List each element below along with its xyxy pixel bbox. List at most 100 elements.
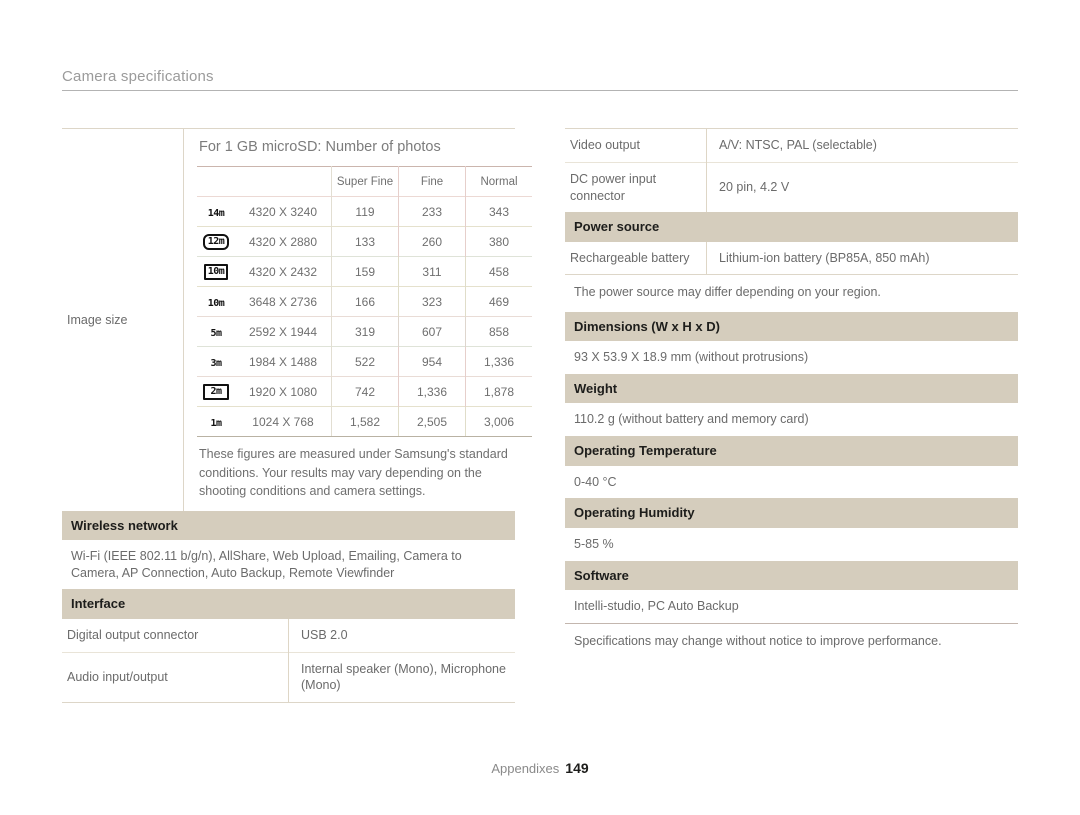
operating-temperature-value: 0-40 °C — [574, 474, 617, 489]
left-column: Image size For 1 GB microSD: Number of p… — [62, 128, 532, 704]
col-header-super-fine: Super Fine — [331, 166, 399, 197]
cell-normal: 1,336 — [483, 354, 515, 369]
weight-heading: Weight — [565, 374, 1018, 404]
table-row: 3m 1984 X 1488 522 954 1,336 — [197, 346, 532, 377]
cell-normal: 458 — [488, 264, 510, 279]
res-10m-wide-icon: 10m — [203, 264, 229, 280]
page-title-rule — [62, 90, 1018, 91]
section-header-software: Software — [565, 560, 1018, 590]
resolution-icon: 2m — [197, 377, 235, 407]
col-header-dimension — [235, 166, 332, 197]
cell-fine: 260 — [398, 226, 466, 257]
right-column: Video output A/V: NTSC, PAL (selectable)… — [565, 128, 1018, 703]
wireless-network-value: Wi-Fi (IEEE 802.11 b/g/n), AllShare, Web… — [71, 548, 462, 580]
cell-normal: 1,878 — [483, 384, 515, 399]
audio-input-output-value: Internal speaker (Mono), Microphone (Mon… — [288, 651, 515, 703]
software-value: Intelli-studio, PC Auto Backup — [574, 598, 739, 613]
cell-super-fine: 319 — [331, 316, 399, 347]
operating-humidity-value-row: 5-85 % — [565, 528, 1018, 561]
section-header-operating-temperature: Operating Temperature — [565, 436, 1018, 466]
res-2m-panorama-icon: 2m — [203, 384, 229, 400]
cell-normal: 858 — [488, 324, 510, 339]
cell-fine: 311 — [398, 256, 466, 287]
rechargeable-battery-key: Rechargeable battery — [565, 241, 707, 275]
resolution-icon: 3m — [197, 347, 235, 377]
table-row: Audio input/output Internal speaker (Mon… — [62, 651, 515, 703]
dimensions-value-row: 93 X 53.9 X 18.9 mm (without protrusions… — [565, 341, 1018, 374]
table-row: 14m 4320 X 3240 119 233 343 — [197, 196, 532, 227]
cell-fine: 2,505 — [398, 406, 466, 437]
res-12m-icon: 12m — [202, 234, 230, 250]
software-heading: Software — [565, 560, 1018, 590]
table-row: DC power input connector 20 pin, 4.2 V — [565, 161, 1018, 213]
cell-fine: 954 — [398, 346, 466, 377]
dimensions-heading: Dimensions (W x H x D) — [565, 311, 1018, 342]
col-header-icon — [197, 167, 235, 197]
resolution-icon: 1m — [197, 406, 235, 437]
cell-super-fine: 742 — [331, 376, 399, 407]
dimensions-value: 93 X 53.9 X 18.9 mm (without protrusions… — [574, 350, 809, 365]
page-title: Camera specifications — [62, 68, 214, 85]
footer-page-number: 149 — [565, 760, 589, 776]
weight-value: 110.2 g (without battery and memory card… — [574, 412, 809, 427]
weight-value-row: 110.2 g (without battery and memory card… — [565, 403, 1018, 436]
interface-heading: Interface — [62, 589, 515, 619]
res-1m-icon: 1m — [210, 417, 222, 429]
resolution-icon: 14m — [197, 197, 235, 227]
final-note: Specifications may change without notice… — [574, 633, 942, 648]
cell-dimension: 2592 X 1944 — [235, 316, 332, 347]
video-output-value: A/V: NTSC, PAL (selectable) — [719, 138, 877, 152]
interface-table: Interface Digital output connector USB 2… — [62, 589, 515, 703]
interface-bottom-rule — [62, 702, 515, 704]
section-header-dimensions: Dimensions (W x H x D) — [565, 311, 1018, 342]
operating-humidity-heading: Operating Humidity — [565, 498, 1018, 528]
cell-fine: 233 — [398, 196, 466, 227]
footer-section-label: Appendixes — [491, 761, 560, 776]
table-row: 10m 3648 X 2736 166 323 469 — [197, 286, 532, 317]
cell-super-fine: 159 — [331, 256, 399, 287]
image-size-label: Image size — [62, 129, 184, 511]
cell-normal: 380 — [488, 234, 510, 249]
table-row: Digital output connector USB 2.0 — [62, 618, 515, 653]
resolution-icon: 5m — [197, 317, 235, 347]
photo-count-note: These figures are measured under Samsung… — [199, 447, 508, 498]
res-3m-icon: 3m — [210, 357, 222, 369]
cell-super-fine: 1,582 — [331, 406, 399, 437]
resolution-icon: 12m — [197, 227, 235, 257]
res-14m-icon: 14m — [207, 207, 225, 219]
power-source-heading: Power source — [565, 212, 1018, 242]
digital-output-connector-value: USB 2.0 — [301, 627, 348, 642]
cell-super-fine: 119 — [331, 196, 399, 227]
section-header-power-source: Power source — [565, 212, 1018, 242]
software-value-row: Intelli-studio, PC Auto Backup — [565, 590, 1018, 623]
wireless-network-table: Wireless network Wi-Fi (IEEE 802.11 b/g/… — [62, 510, 515, 590]
cell-dimension: 1984 X 1488 — [235, 346, 332, 377]
res-5m-icon: 5m — [210, 327, 222, 339]
operating-temperature-value-row: 0-40 °C — [565, 466, 1018, 499]
cell-fine: 323 — [398, 286, 466, 317]
microsd-title: For 1 GB microSD: Number of photos — [199, 139, 441, 155]
photo-count-table: Super Fine Fine Normal 14m 4320 X 3240 1… — [197, 166, 532, 437]
cell-super-fine: 166 — [331, 286, 399, 317]
content-columns: Image size For 1 GB microSD: Number of p… — [62, 128, 1018, 704]
table-row: 5m 2592 X 1944 319 607 858 — [197, 316, 532, 347]
cell-fine: 1,336 — [398, 376, 466, 407]
wireless-network-value-row: Wi-Fi (IEEE 802.11 b/g/n), AllShare, Web… — [62, 540, 515, 590]
section-header-interface: Interface — [62, 589, 515, 619]
rechargeable-battery-value: Lithium-ion battery (BP85A, 850 mAh) — [719, 250, 930, 265]
cell-dimension: 4320 X 3240 — [235, 196, 332, 227]
cell-super-fine: 133 — [331, 226, 399, 257]
col-header-normal: Normal — [480, 175, 518, 188]
output-connectors-table: Video output A/V: NTSC, PAL (selectable)… — [565, 129, 1018, 275]
dimensions-table: Dimensions (W x H x D) 93 X 53.9 X 18.9 … — [565, 311, 1018, 623]
digital-output-connector-key: Digital output connector — [62, 618, 289, 653]
power-source-note: The power source may differ depending on… — [574, 285, 881, 300]
image-size-content: For 1 GB microSD: Number of photos Super… — [184, 129, 532, 511]
operating-temperature-heading: Operating Temperature — [565, 436, 1018, 466]
section-header-operating-humidity: Operating Humidity — [565, 498, 1018, 528]
cell-normal: 343 — [488, 204, 510, 219]
cell-super-fine: 522 — [331, 346, 399, 377]
cell-fine: 607 — [398, 316, 466, 347]
table-row: 2m 1920 X 1080 742 1,336 1,878 — [197, 376, 532, 407]
table-row: 1m 1024 X 768 1,582 2,505 3,006 — [197, 406, 532, 437]
